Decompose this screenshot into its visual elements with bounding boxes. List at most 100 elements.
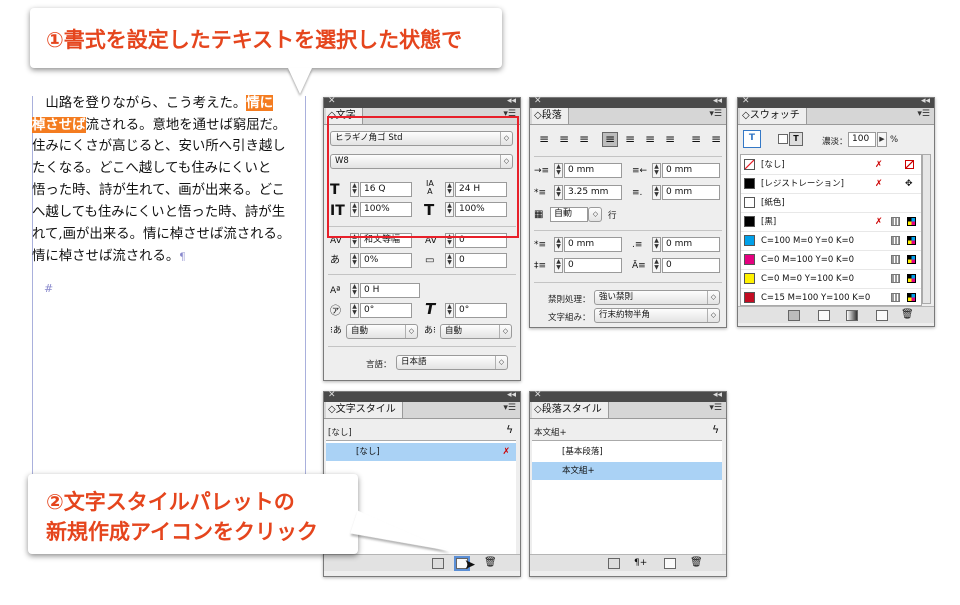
swatch-row[interactable]: [レジストレーション] ✗ ✥ [741, 175, 921, 194]
rotation-stepper[interactable]: ▲ ▼ [350, 303, 359, 318]
text-format-icon[interactable]: T [789, 132, 803, 146]
show-color-swatches-icon[interactable] [818, 310, 830, 321]
text-line[interactable]: 山路を登りながら、こう考えた。情に [32, 92, 312, 115]
last-indent-stepper[interactable]: ▲ ▼ [652, 185, 661, 200]
panel-menu-icon[interactable]: ▾☰ [503, 403, 516, 413]
collapse-icon[interactable]: ◂◂ [713, 390, 722, 400]
skew-stepper[interactable]: ▲ ▼ [445, 303, 454, 318]
text-line[interactable]: 悟った時、詩が生れて、画が出来る。どこ [32, 180, 312, 202]
text-line[interactable]: 棹させば流される。意地を通せば窮屈だ。 [32, 114, 312, 137]
text-line[interactable]: れて,画が出来る。情に棹させば流される。 [32, 224, 312, 246]
space-after-input[interactable]: 0 mm [662, 237, 720, 252]
new-paragraph-style-icon[interactable] [664, 558, 676, 569]
tsume-stepper[interactable]: ▲ ▼ [350, 253, 359, 268]
close-icon[interactable]: ✕ [742, 96, 750, 106]
right-indent-input[interactable]: 0 mm [662, 163, 720, 178]
close-icon[interactable]: ✕ [328, 96, 336, 106]
close-icon[interactable]: ✕ [328, 390, 336, 400]
tab-paragraph[interactable]: ◇段落 [532, 108, 569, 124]
text-line[interactable]: 住みにくさが高じると、安い所へ引き越し [32, 136, 312, 158]
swatch-row[interactable]: [紙色] [741, 194, 921, 213]
paragraph-style-item-basic[interactable]: [基本段落] [532, 443, 722, 461]
tab-swatches[interactable]: ◇スウォッチ [740, 108, 807, 124]
paragraph-styles-panel[interactable]: ✕ ◂◂ ◇段落スタイル ▾☰ 本文組+ ϟ [基本段落] 本文組+ ¶+ 🗑 [529, 390, 727, 577]
swatch-row[interactable]: [なし] ✗ [741, 156, 921, 175]
panel-menu-icon[interactable]: ▾☰ [709, 403, 722, 413]
align-towards-spine-icon[interactable]: ≡ [688, 132, 704, 147]
folder-icon[interactable] [608, 558, 620, 569]
delete-swatch-icon[interactable]: 🗑 [901, 308, 914, 322]
fill-stroke-icon[interactable]: T [743, 130, 761, 148]
rotation-input[interactable]: 0° [360, 303, 412, 318]
swatch-row[interactable]: C=100 M=0 Y=0 K=0 [741, 232, 921, 251]
collapse-icon[interactable]: ◂◂ [713, 96, 722, 106]
panel-menu-icon[interactable]: ▾☰ [709, 109, 722, 119]
text-line[interactable]: たくなる。どこへ越しても住みにくいと [32, 158, 312, 180]
selected-text[interactable]: 情に [246, 95, 274, 111]
justify-all-icon[interactable]: ≡ [662, 132, 678, 147]
panel-titlebar[interactable]: ✕ ◂◂ [530, 390, 726, 402]
swatch-row[interactable]: [黒] ✗ [741, 213, 921, 232]
dropcap-n-input[interactable]: 0 [662, 258, 720, 273]
align-right-icon[interactable]: ≡ [576, 132, 592, 147]
swatch-row[interactable]: C=0 M=0 Y=100 K=0 [741, 270, 921, 289]
paragraph-panel[interactable]: ✕ ◂◂ ◇段落 ▾☰ ≡ ≡ ≡ ≡ ≡ ≡ ≡ ≡ ≡ →≡ ▲ ▼ 0 mm ≡← ▲ ▼ 0 m… [529, 96, 727, 328]
lightning-icon[interactable]: ϟ [506, 423, 513, 437]
panel-titlebar[interactable]: ✕ ◂◂ [530, 96, 726, 108]
close-icon[interactable]: ✕ [534, 96, 542, 106]
swatch-list[interactable]: [なし] ✗ [レジストレーション] ✗ ✥ [紙色] [黒] ✗ C=100 M=0 Y=0 … [740, 154, 922, 308]
scrollbar[interactable] [922, 154, 931, 304]
skew-input[interactable]: 0° [455, 303, 507, 318]
collapse-icon[interactable]: ◂◂ [921, 96, 930, 106]
space-before-stepper[interactable]: ▲ ▼ [554, 237, 563, 252]
tab-paragraph-styles[interactable]: ◇段落スタイル [532, 402, 609, 418]
collapse-icon[interactable]: ◂◂ [507, 390, 516, 400]
show-gradient-swatches-icon[interactable] [846, 310, 858, 321]
align-left-icon[interactable]: ≡ [536, 132, 552, 147]
first-indent-input[interactable]: 3.25 mm [564, 185, 622, 200]
language-dropdown[interactable]: 日本語 ◇ [396, 355, 508, 370]
baseline-stepper[interactable]: ▲ ▼ [350, 283, 359, 298]
space-after-stepper[interactable]: ▲ ▼ [652, 237, 661, 252]
last-indent-input[interactable]: 0 mm [662, 185, 720, 200]
paragraph-style-list[interactable]: [基本段落] 本文組+ [532, 440, 722, 558]
aki-after-dropdown[interactable]: 自動 ◇ [440, 324, 512, 339]
tint-input[interactable]: 100 [848, 132, 876, 147]
panel-menu-icon[interactable]: ▾☰ [917, 109, 930, 119]
space-before-input[interactable]: 0 mm [564, 237, 622, 252]
trash-icon[interactable]: 🗑 [484, 556, 497, 570]
align-away-spine-icon[interactable]: ≡ [708, 132, 724, 147]
aki-before-dropdown[interactable]: 自動 ◇ [346, 324, 418, 339]
swatch-row[interactable]: C=0 M=100 Y=0 K=0 [741, 251, 921, 270]
panel-titlebar[interactable]: ✕ ◂◂ [738, 96, 934, 108]
alignment-buttons[interactable]: ≡ ≡ ≡ ≡ ≡ ≡ ≡ ≡ ≡ [536, 132, 721, 148]
right-indent-stepper[interactable]: ▲ ▼ [652, 163, 661, 178]
container-icon[interactable] [778, 134, 788, 144]
tint-arrow[interactable]: ▶ [877, 132, 887, 147]
lightning-icon[interactable]: ϟ [712, 423, 719, 437]
tab-character-styles[interactable]: ◇文字スタイル [326, 402, 403, 418]
clear-overrides-icon[interactable]: ¶+ [634, 556, 647, 570]
trash-icon[interactable]: 🗑 [690, 556, 703, 570]
mojikumi-dropdown[interactable]: 行末約物半角 ◇ [594, 308, 720, 323]
panel-titlebar[interactable]: ✕ ◂◂ [324, 390, 520, 402]
selected-text[interactable]: 棹させば [32, 117, 86, 133]
collapse-icon[interactable]: ◂◂ [507, 96, 516, 106]
panel-titlebar[interactable]: ✕ ◂◂ [324, 96, 520, 108]
swatches-panel[interactable]: ✕ ◂◂ ◇スウォッチ ▾☰ T T 濃淡： 100 ▶ % [なし] ✗ [レジストレ… [737, 96, 935, 327]
justify-left-icon[interactable]: ≡ [602, 132, 618, 147]
left-indent-stepper[interactable]: ▲ ▼ [554, 163, 563, 178]
baseline-shift-input[interactable]: 0 H [360, 283, 420, 298]
tsume-input[interactable]: 0% [360, 253, 412, 268]
aki-stepper[interactable]: ▲ ▼ [445, 253, 454, 268]
justify-center-icon[interactable]: ≡ [622, 132, 638, 147]
new-swatch-icon[interactable] [876, 310, 888, 321]
paragraph-style-item-honbun[interactable]: 本文組+ [532, 462, 722, 480]
dropcap-chars-stepper[interactable]: ▲ ▼ [554, 258, 563, 273]
left-indent-input[interactable]: 0 mm [564, 163, 622, 178]
text-line[interactable]: 情に棹させば流される。¶ [32, 246, 312, 269]
kinsoku-dropdown[interactable]: 強い禁則 ◇ [594, 290, 720, 305]
aki-input[interactable]: 0 [455, 253, 507, 268]
dropcap-chars-input[interactable]: 0 [564, 258, 622, 273]
align-center-icon[interactable]: ≡ [556, 132, 572, 147]
